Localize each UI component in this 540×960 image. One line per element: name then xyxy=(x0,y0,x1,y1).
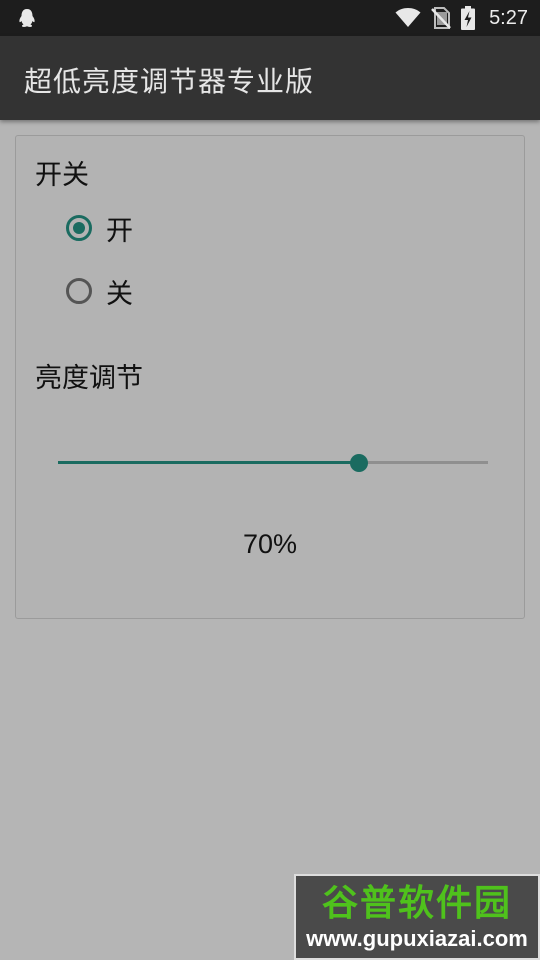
radio-off-button[interactable] xyxy=(66,278,92,304)
settings-card: 开关 开 关 亮度调节 70% xyxy=(15,135,525,619)
radio-on-label[interactable]: 开 xyxy=(106,209,133,248)
radio-off-label[interactable]: 关 xyxy=(106,272,133,311)
battery-charging-icon xyxy=(461,6,476,30)
status-time: 5:27 xyxy=(489,6,528,29)
app-bar: 超低亮度调节器专业版 xyxy=(0,36,540,120)
brightness-slider[interactable] xyxy=(58,450,488,476)
slider-thumb[interactable] xyxy=(350,454,368,472)
watermark-name: 谷普软件园 xyxy=(321,883,512,924)
radio-option-off[interactable]: 关 xyxy=(66,271,133,311)
status-bar: 5:27 xyxy=(0,0,540,36)
slider-fill xyxy=(58,461,359,464)
radio-on-button[interactable] xyxy=(66,215,92,241)
switch-section-label: 开关 xyxy=(35,160,89,191)
brightness-section-label: 亮度调节 xyxy=(35,363,143,394)
brightness-value: 70% xyxy=(242,529,298,559)
wifi-icon xyxy=(395,8,421,27)
radio-option-on[interactable]: 开 xyxy=(66,208,133,248)
app-title: 超低亮度调节器专业版 xyxy=(24,65,315,98)
status-icons: 5:27 xyxy=(395,0,528,36)
no-sim-icon xyxy=(431,7,451,29)
qq-penguin-icon xyxy=(19,9,35,28)
watermark-logo: 谷普软件园 www.gupuxiazai.com xyxy=(294,874,540,960)
watermark-url: www.gupuxiazai.com xyxy=(306,926,528,951)
